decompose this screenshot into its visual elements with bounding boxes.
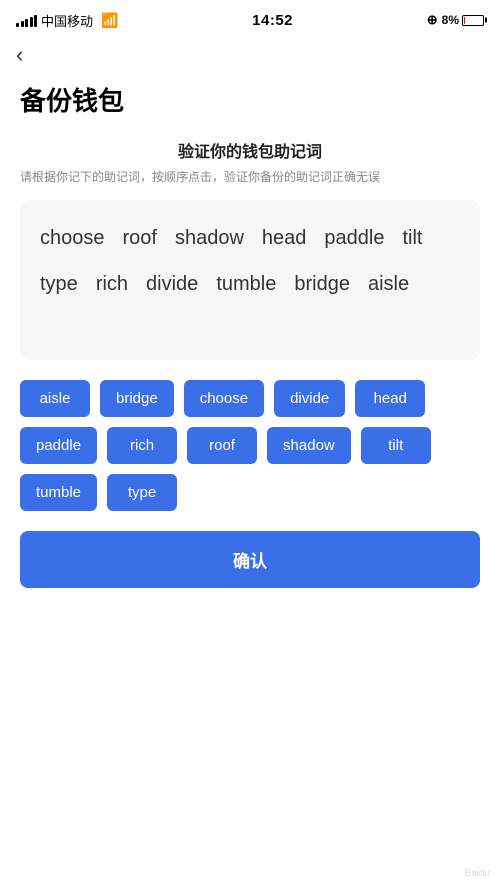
status-right: ⊕ 8% [427, 12, 484, 28]
section-title: 验证你的钱包助记词 [20, 138, 480, 162]
word-select-button[interactable]: shadow [267, 427, 351, 464]
display-word: tilt [402, 220, 422, 256]
battery-indicator: 8% [442, 13, 484, 27]
display-word: aisle [368, 266, 409, 302]
display-word: choose [40, 220, 105, 256]
confirm-button[interactable]: 确认 [20, 531, 480, 588]
wifi-icon: 📶 [101, 12, 118, 29]
display-word: divide [146, 266, 198, 302]
word-select-button[interactable]: rich [107, 427, 177, 464]
display-word: roof [123, 220, 157, 256]
back-button[interactable]: ‹ [16, 44, 23, 66]
display-word: type [40, 266, 78, 302]
status-bar: 中国移动 📶 14:52 ⊕ 8% [0, 0, 500, 36]
battery-fill [464, 17, 465, 24]
hotspot-icon: ⊕ [427, 12, 438, 28]
signal-icon [16, 13, 37, 27]
status-left: 中国移动 📶 [16, 11, 118, 30]
battery-percent: 8% [442, 13, 459, 27]
display-word: paddle [324, 220, 384, 256]
word-select-button[interactable]: aisle [20, 380, 90, 417]
section-desc: 请根据你记下的助记词，按顺序点击，验证你备份的助记词正确无误 [20, 168, 480, 186]
nav-bar: ‹ [0, 36, 500, 71]
word-display-grid: choose roof shadow head paddle tilt type richdi… [40, 220, 460, 302]
carrier-label: 中国移动 [41, 11, 93, 30]
word-select-button[interactable]: tumble [20, 474, 97, 511]
word-buttons-area: aisle bridge choose divide head paddle richroo… [20, 380, 480, 511]
word-select-button[interactable]: head [355, 380, 425, 417]
word-select-button[interactable]: divide [274, 380, 345, 417]
word-select-button[interactable]: roof [187, 427, 257, 464]
word-select-button[interactable]: bridge [100, 380, 174, 417]
word-select-button[interactable]: type [107, 474, 177, 511]
display-word: bridge [294, 266, 350, 302]
display-word: head [262, 220, 307, 256]
word-select-button[interactable]: tilt [361, 427, 431, 464]
display-word: shadow [175, 220, 244, 256]
word-select-button[interactable]: paddle [20, 427, 97, 464]
footer-watermark: Baidu [464, 868, 490, 879]
section-header: 验证你的钱包助记词 请根据你记下的助记词，按顺序点击，验证你备份的助记词正确无误 [20, 138, 480, 186]
battery-box [462, 15, 484, 26]
display-word: rich [96, 266, 128, 302]
word-display-box: choose roof shadow head paddle tilt type richdi… [20, 200, 480, 360]
page-content: 备份钱包 验证你的钱包助记词 请根据你记下的助记词，按顺序点击，验证你备份的助记… [0, 71, 500, 608]
display-word: tumble [216, 266, 276, 302]
clock: 14:52 [252, 12, 293, 29]
word-select-button[interactable]: choose [184, 380, 264, 417]
page-title: 备份钱包 [20, 81, 480, 118]
